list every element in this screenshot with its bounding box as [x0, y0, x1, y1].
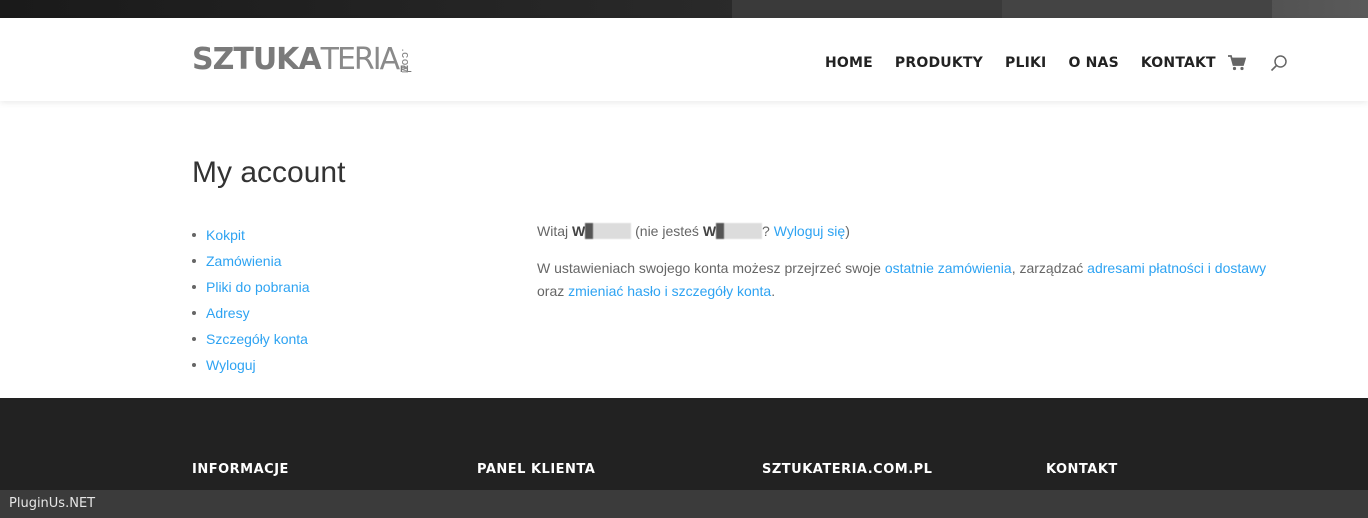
- dashboard-text-1: W ustawieniach swojego konta możesz prze…: [537, 260, 881, 276]
- footer-heading-kontakt: KONTAKT: [1046, 462, 1118, 477]
- top-bar-phone: [732, 0, 1002, 18]
- watermark-bar: PluginUs.NET: [0, 490, 1368, 518]
- greeting-question: ?: [762, 223, 770, 239]
- redacted-username: [585, 223, 632, 239]
- logo-thin-text: TERIA: [320, 42, 400, 77]
- logo-suffix-com: .COM: [400, 49, 410, 74]
- nav-home[interactable]: HOME: [825, 55, 873, 71]
- account-dashboard: Witaj W (nie jesteś W? Wyloguj się) W us…: [537, 220, 1277, 317]
- top-bar-email: [1002, 0, 1272, 18]
- cart-icon[interactable]: [1227, 55, 1246, 71]
- account-nav-item-kokpit: Kokpit: [192, 222, 310, 248]
- account-nav-item-szczegoly: Szczegóły konta: [192, 326, 310, 352]
- addresses-link[interactable]: adresami płatności i dostawy: [1087, 260, 1266, 276]
- greeting-line: Witaj W (nie jesteś W? Wyloguj się): [537, 220, 1277, 243]
- dashboard-text-2: , zarządzać: [1011, 260, 1084, 276]
- greeting-not-you: (nie jesteś: [635, 223, 699, 239]
- account-nav-link-szczegoly[interactable]: Szczegóły konta: [206, 331, 308, 347]
- dashboard-description: W ustawieniach swojego konta możesz prze…: [537, 257, 1277, 303]
- dashboard-text-3: oraz: [537, 283, 565, 299]
- recent-orders-link[interactable]: ostatnie zamówienia: [885, 260, 1012, 276]
- greeting-close: ): [845, 223, 850, 239]
- account-nav-item-zamowienia: Zamówienia: [192, 248, 310, 274]
- greeting-hello: Witaj: [537, 223, 569, 239]
- account-nav-link-adresy[interactable]: Adresy: [206, 305, 250, 321]
- user-name-initial: W: [572, 223, 586, 239]
- redacted-username-2: [716, 223, 763, 239]
- account-navigation: Kokpit Zamówienia Pliki do pobrania Adre…: [192, 222, 310, 378]
- nav-o-nas[interactable]: O NAS: [1068, 55, 1118, 71]
- account-details-link[interactable]: zmieniać hasło i szczegóły konta: [568, 283, 771, 299]
- account-nav-link-pliki[interactable]: Pliki do pobrania: [206, 279, 310, 295]
- footer-heading-panel-klienta: PANEL KLIENTA: [477, 462, 596, 477]
- account-nav-link-kokpit[interactable]: Kokpit: [206, 227, 245, 243]
- footer-heading-informacje: INFORMACJE: [192, 462, 289, 477]
- account-nav-link-zamowienia[interactable]: Zamówienia: [206, 253, 281, 269]
- account-nav-link-wyloguj[interactable]: Wyloguj: [206, 357, 256, 373]
- account-nav-item-adresy: Adresy: [192, 300, 310, 326]
- user-name-initial-2: W: [702, 223, 717, 239]
- logo-bold-text: SZTUKA: [192, 42, 322, 77]
- page-title: My account: [192, 156, 346, 189]
- top-bar: [0, 0, 1368, 18]
- logout-link[interactable]: Wyloguj się: [774, 223, 845, 239]
- logo-suffix: .COM PL: [400, 49, 425, 74]
- search-icon[interactable]: [1270, 54, 1288, 72]
- account-nav-item-wyloguj: Wyloguj: [192, 352, 310, 378]
- watermark-text: PluginUs.NET: [9, 496, 96, 511]
- account-nav-item-pliki: Pliki do pobrania: [192, 274, 310, 300]
- nav-pliki[interactable]: PLIKI: [1005, 55, 1046, 71]
- site-header: SZTUKA TERIA .COM PL HOME PRODUKTY PLIKI …: [0, 18, 1368, 101]
- site-logo[interactable]: SZTUKA TERIA .COM PL: [192, 43, 425, 75]
- footer-heading-sztukateria: SZTUKATERIA.COM.PL: [762, 462, 933, 477]
- nav-kontakt[interactable]: KONTAKT: [1141, 55, 1216, 71]
- nav-produkty[interactable]: PRODUKTY: [895, 55, 983, 71]
- main-nav: HOME PRODUKTY PLIKI O NAS KONTAKT: [825, 54, 1288, 72]
- dashboard-text-4: .: [771, 283, 776, 299]
